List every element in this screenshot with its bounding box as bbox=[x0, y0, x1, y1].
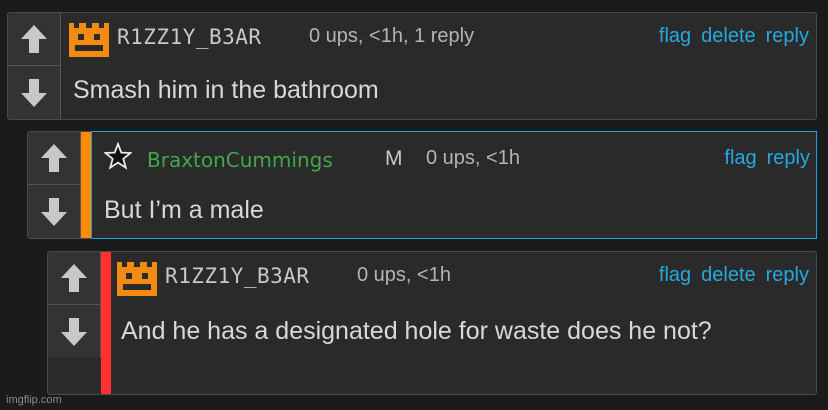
comment-actions: flag reply bbox=[724, 147, 810, 170]
flag-link[interactable]: flag bbox=[724, 147, 756, 170]
username[interactable]: R1ZZ1Y_B3AR bbox=[165, 264, 310, 288]
avatar[interactable] bbox=[69, 23, 109, 62]
comment: BraxtonCummings M 0 ups, <1h flag reply … bbox=[27, 131, 817, 239]
flag-link[interactable]: flag bbox=[659, 25, 691, 48]
comment-meta: 0 ups, <1h, 1 reply bbox=[309, 25, 475, 47]
delete-link[interactable]: delete bbox=[701, 264, 756, 287]
comment-text: Smash him in the bathroom bbox=[73, 76, 379, 104]
upvote-button[interactable] bbox=[48, 252, 100, 305]
arrow-down-icon bbox=[61, 317, 87, 346]
username[interactable]: R1ZZ1Y_B3AR bbox=[117, 25, 262, 49]
comment-actions: flag delete reply bbox=[659, 25, 809, 48]
upvote-button[interactable] bbox=[28, 132, 80, 185]
arrow-up-icon bbox=[61, 264, 87, 292]
upvote-button[interactable] bbox=[8, 13, 60, 66]
reply-link[interactable]: reply bbox=[766, 25, 809, 48]
mod-badge: M bbox=[385, 147, 403, 170]
comment-text: But I’m a male bbox=[104, 196, 264, 224]
reply-depth-bar bbox=[101, 252, 111, 394]
username[interactable]: BraxtonCummings bbox=[147, 148, 333, 172]
downvote-button[interactable] bbox=[28, 185, 80, 238]
orange-pixel-face-icon bbox=[117, 262, 157, 296]
delete-link[interactable]: delete bbox=[701, 25, 756, 48]
watermark: imgflip.com bbox=[6, 394, 62, 406]
reply-depth-bar bbox=[81, 132, 91, 238]
comment-meta: 0 ups, <1h bbox=[426, 147, 520, 169]
reply-link[interactable]: reply bbox=[766, 264, 809, 287]
comment: R1ZZ1Y_B3AR 0 ups, <1h, 1 reply flag del… bbox=[7, 12, 817, 120]
avatar[interactable] bbox=[103, 141, 133, 175]
vote-column bbox=[8, 13, 61, 119]
vote-column bbox=[28, 132, 81, 238]
arrow-down-icon bbox=[21, 78, 47, 107]
comment-text: And he has a designated hole for waste d… bbox=[121, 317, 712, 345]
orange-pixel-face-icon bbox=[69, 23, 109, 57]
comment-meta: 0 ups, <1h bbox=[357, 264, 451, 286]
arrow-up-icon bbox=[41, 144, 67, 172]
comment: R1ZZ1Y_B3AR 0 ups, <1h flag delete reply… bbox=[47, 251, 817, 395]
arrow-up-icon bbox=[21, 25, 47, 53]
downvote-button[interactable] bbox=[8, 66, 60, 119]
avatar[interactable] bbox=[117, 262, 157, 301]
vote-column bbox=[48, 252, 101, 358]
comment-actions: flag delete reply bbox=[659, 264, 809, 287]
downvote-button[interactable] bbox=[48, 305, 100, 358]
star-icon bbox=[103, 141, 133, 170]
reply-link[interactable]: reply bbox=[767, 147, 810, 170]
flag-link[interactable]: flag bbox=[659, 264, 691, 287]
arrow-down-icon bbox=[41, 197, 67, 226]
